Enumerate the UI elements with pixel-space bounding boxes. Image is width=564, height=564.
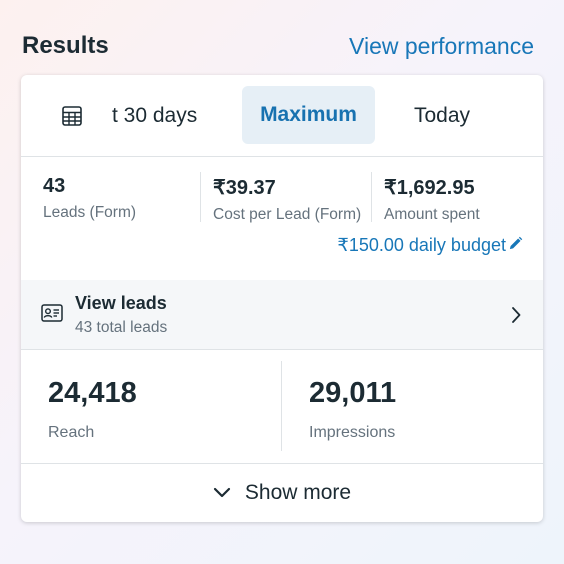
view-performance-link[interactable]: View performance bbox=[349, 33, 534, 60]
stat-value: ₹39.37 bbox=[213, 177, 276, 199]
contact-card-icon bbox=[41, 304, 63, 327]
calendar-icon[interactable] bbox=[49, 101, 95, 131]
divider bbox=[200, 172, 201, 222]
show-more-button[interactable]: Show more bbox=[21, 464, 543, 522]
metric-label: Impressions bbox=[309, 424, 396, 441]
metric-value: 29,011 bbox=[309, 377, 397, 409]
stat-cost-per-lead: ₹39.37 Cost per Lead (Form) bbox=[213, 175, 361, 224]
page-title: Results bbox=[22, 32, 109, 59]
show-more-label: Show more bbox=[244, 481, 352, 504]
stat-label: Cost per Lead (Form) bbox=[213, 206, 362, 223]
results-header: Results View performance bbox=[22, 28, 534, 64]
daily-budget-text: ₹150.00 daily budget bbox=[337, 235, 506, 255]
metric-label: Reach bbox=[48, 424, 95, 441]
view-leads-title: View leads bbox=[75, 293, 167, 313]
stat-value: ₹1,692.95 bbox=[384, 177, 475, 199]
date-range-tabs: t 30 days Maximum Today bbox=[21, 75, 543, 156]
tab-today[interactable]: Today bbox=[414, 104, 470, 128]
divider bbox=[281, 361, 282, 451]
divider bbox=[21, 156, 543, 157]
pencil-icon bbox=[508, 235, 523, 256]
metric-value: 24,418 bbox=[48, 377, 137, 409]
tab-last-30-days[interactable]: t 30 days bbox=[112, 104, 197, 128]
chevron-right-icon bbox=[511, 307, 521, 328]
chevron-down-icon bbox=[213, 481, 231, 505]
stat-label: Amount spent bbox=[384, 206, 480, 223]
stat-value: 43 bbox=[43, 175, 66, 197]
stat-amount-spent: ₹1,692.95 Amount spent bbox=[384, 175, 480, 224]
daily-budget-link[interactable]: ₹150.00 daily budget bbox=[337, 235, 523, 256]
metric-impressions: 29,011 Impressions bbox=[309, 377, 396, 442]
stat-label: Leads (Form) bbox=[43, 204, 137, 221]
tab-maximum[interactable]: Maximum bbox=[242, 86, 375, 144]
results-card: t 30 days Maximum Today 43 Leads (Form) … bbox=[21, 75, 543, 522]
view-leads-row[interactable]: View leads 43 total leads bbox=[21, 280, 543, 349]
divider bbox=[371, 172, 372, 222]
total-leads-subtitle: 43 total leads bbox=[75, 319, 168, 336]
divider bbox=[21, 349, 543, 350]
stat-leads: 43 Leads (Form) bbox=[43, 175, 136, 222]
metric-reach: 24,418 Reach bbox=[48, 377, 137, 442]
